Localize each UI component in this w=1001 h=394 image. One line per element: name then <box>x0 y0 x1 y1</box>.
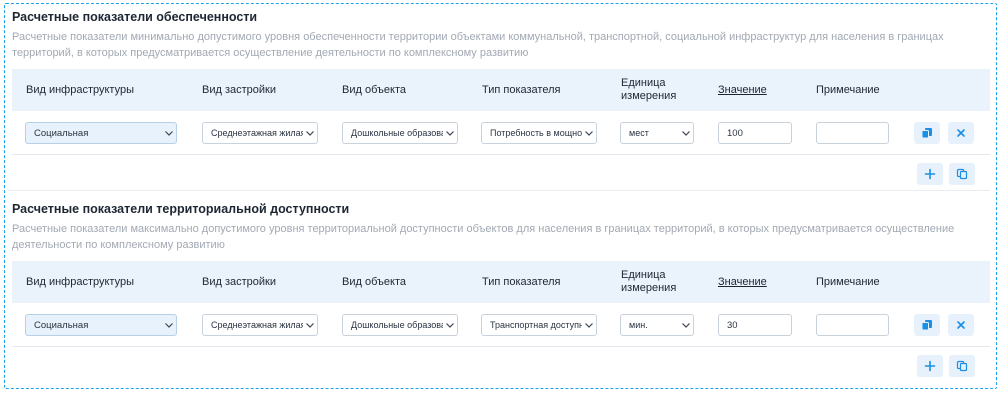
col-type-header: Тип показателя <box>482 275 561 288</box>
infra-select[interactable]: Социальная <box>25 314 177 336</box>
section-description: Расчетные показатели минимально допустим… <box>12 31 944 59</box>
unit-select-value: мест <box>629 128 649 138</box>
type-select-value: Потребность в мощнос <box>490 128 582 138</box>
unit-select-value: мин. <box>629 320 648 330</box>
add-row-button[interactable] <box>917 163 943 185</box>
col-type-header: Тип показателя <box>482 83 561 96</box>
add-row-button[interactable] <box>917 355 943 377</box>
col-build-header: Вид застройки <box>202 275 276 288</box>
copy-icon <box>921 128 932 139</box>
copy-icon <box>921 320 932 331</box>
object-select-value: Дошкольные образоват <box>351 320 443 330</box>
close-icon <box>957 129 965 137</box>
section-title: Расчетные показатели обеспеченности <box>12 10 258 24</box>
chevron-down-icon <box>582 322 596 328</box>
type-select-value: Транспортная доступнс <box>490 320 582 330</box>
table-header: Вид инфраструктуры Вид застройки Вид объ… <box>12 261 990 303</box>
col-infra-header: Вид инфраструктуры <box>26 83 134 96</box>
copy-row-button[interactable] <box>914 314 940 336</box>
duplicate-section-button[interactable] <box>949 355 975 377</box>
value-input[interactable]: 30 <box>718 314 792 336</box>
object-select[interactable]: Дошкольные образоват <box>342 314 458 336</box>
section-accessibility: Расчетные показатели территориальной дос… <box>12 201 990 377</box>
chevron-down-icon <box>582 130 596 136</box>
value-input[interactable]: 100 <box>718 122 792 144</box>
duplicate-icon <box>956 360 968 372</box>
col-unit-header: Единица измерения <box>621 261 676 303</box>
build-select[interactable]: Среднеэтажная жилая <box>202 122 318 144</box>
infra-select-value: Социальная <box>34 127 89 139</box>
col-unit-header-line1: Единица <box>621 269 666 281</box>
col-value-header[interactable]: Значение <box>718 261 767 303</box>
plus-icon <box>924 360 936 372</box>
chevron-down-icon <box>443 130 457 136</box>
section-title: Расчетные показатели территориальной дос… <box>12 202 350 216</box>
note-input[interactable] <box>816 314 889 336</box>
type-select[interactable]: Транспортная доступнс <box>481 314 597 336</box>
col-unit-header-line2: измерения <box>621 90 677 102</box>
col-value-header[interactable]: Значение <box>718 69 767 111</box>
build-select[interactable]: Среднеэтажная жилая <box>202 314 318 336</box>
duplicate-icon <box>956 168 968 180</box>
col-unit-header: Единица измерения <box>621 69 676 111</box>
close-icon <box>957 321 965 329</box>
duplicate-section-button[interactable] <box>949 163 975 185</box>
table-row: Социальная Среднеэтажная жилая Дошкольны… <box>12 112 990 154</box>
col-note-header: Примечание <box>816 83 880 96</box>
col-infra-header: Вид инфраструктуры <box>26 275 134 288</box>
col-unit-header-line2: измерения <box>621 282 677 294</box>
chevron-down-icon <box>443 322 457 328</box>
delete-row-button[interactable] <box>948 122 974 144</box>
table-row: Социальная Среднеэтажная жилая Дошкольны… <box>12 304 990 346</box>
col-object-header: Вид объекта <box>342 275 406 288</box>
col-build-header: Вид застройки <box>202 83 276 96</box>
chevron-down-icon <box>162 130 176 136</box>
infra-select-value: Социальная <box>34 319 89 331</box>
col-note-header: Примечание <box>816 275 880 288</box>
col-unit-header-line1: Единица <box>621 77 666 89</box>
section-description: Расчетные показатели максимально допусти… <box>12 223 955 251</box>
object-select[interactable]: Дошкольные образоват <box>342 122 458 144</box>
col-object-header: Вид объекта <box>342 83 406 96</box>
plus-icon <box>924 168 936 180</box>
object-select-value: Дошкольные образоват <box>351 128 443 138</box>
section-divider <box>8 190 990 191</box>
note-input[interactable] <box>816 122 889 144</box>
section-provision: Расчетные показатели обеспеченности Расч… <box>12 9 990 185</box>
copy-row-button[interactable] <box>914 122 940 144</box>
unit-select[interactable]: мест <box>620 122 694 144</box>
row-divider <box>12 346 990 347</box>
row-divider <box>12 154 990 155</box>
build-select-value: Среднеэтажная жилая <box>211 128 303 138</box>
build-select-value: Среднеэтажная жилая <box>211 320 303 330</box>
unit-select[interactable]: мин. <box>620 314 694 336</box>
chevron-down-icon <box>303 322 317 328</box>
infra-select[interactable]: Социальная <box>25 122 177 144</box>
type-select[interactable]: Потребность в мощнос <box>481 122 597 144</box>
chevron-down-icon <box>679 322 693 328</box>
chevron-down-icon <box>679 130 693 136</box>
delete-row-button[interactable] <box>948 314 974 336</box>
chevron-down-icon <box>303 130 317 136</box>
table-header: Вид инфраструктуры Вид застройки Вид объ… <box>12 69 990 111</box>
chevron-down-icon <box>162 322 176 328</box>
